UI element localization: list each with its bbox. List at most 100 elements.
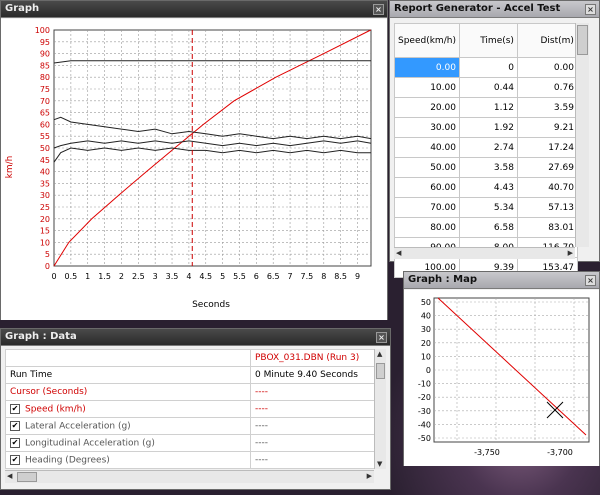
y-tick-label: 20 bbox=[40, 215, 50, 224]
y-tick-label: 30 bbox=[40, 191, 50, 200]
map-titlebar[interactable]: Graph : Map × bbox=[404, 272, 599, 289]
map-close-icon[interactable]: × bbox=[585, 275, 596, 286]
report-row[interactable]: 60.00 4.43 40.70 bbox=[394, 177, 578, 198]
report-cell[interactable]: 6.58 bbox=[458, 217, 518, 238]
data-close-icon[interactable]: × bbox=[376, 332, 387, 343]
scroll-left-icon[interactable]: ◀ bbox=[396, 249, 401, 257]
report-cell[interactable]: 2.74 bbox=[458, 137, 518, 158]
channel-checkbox[interactable]: ✔ bbox=[10, 420, 20, 431]
data-scroll-left-icon[interactable]: ◀ bbox=[7, 472, 12, 480]
x-tick-label: 3 bbox=[153, 272, 158, 281]
graph-titlebar[interactable]: Graph × bbox=[1, 1, 387, 18]
report-cell[interactable]: 83.01 bbox=[516, 217, 578, 238]
data-row-label: Cursor (Seconds) bbox=[5, 383, 251, 401]
map-grid: 50 40 30 20 10 0 -10 -20 -30 -40 -50 -3,750 -3,700 bbox=[418, 297, 590, 457]
report-titlebar[interactable]: Report Generator - Accel Test × bbox=[390, 1, 599, 18]
channel-checkbox[interactable]: ✔ bbox=[10, 437, 20, 448]
report-cell[interactable]: 0.00 bbox=[394, 57, 460, 78]
report-row[interactable]: 70.00 5.34 57.13 bbox=[394, 197, 578, 218]
column-header-time[interactable]: Time(s) bbox=[458, 23, 518, 58]
report-cell[interactable]: 0 bbox=[458, 57, 518, 78]
data-window: Graph : Data × PBOX_031.DBN (Run 3) Run … bbox=[0, 328, 391, 490]
report-row[interactable]: 50.00 3.58 27.69 bbox=[394, 157, 578, 178]
report-row[interactable]: 80.00 6.58 83.01 bbox=[394, 217, 578, 238]
report-row[interactable]: 40.00 2.74 17.24 bbox=[394, 137, 578, 158]
y-tick-label: 60 bbox=[40, 120, 50, 129]
report-cell[interactable]: 57.13 bbox=[516, 197, 578, 218]
data-row[interactable]: ✔ Longitudinal Acceleration (g) ---- bbox=[5, 434, 375, 452]
data-row-value: ---- bbox=[250, 451, 375, 469]
report-cell[interactable]: 17.24 bbox=[516, 137, 578, 158]
data-row-label: ✔ Heading (Degrees) bbox=[5, 451, 251, 469]
report-cell[interactable]: 50.00 bbox=[394, 157, 460, 178]
map-y-tick-label: -40 bbox=[418, 420, 431, 429]
data-row[interactable]: Cursor (Seconds) ---- bbox=[5, 383, 375, 401]
scroll-right-icon[interactable]: ▶ bbox=[568, 249, 573, 257]
map-y-tick-label: 50 bbox=[421, 298, 431, 307]
report-cell[interactable]: 40.00 bbox=[394, 137, 460, 158]
report-horizontal-scrollbar[interactable]: ◀ ▶ bbox=[394, 247, 575, 259]
data-row-value: ---- bbox=[250, 400, 375, 418]
report-cell[interactable]: 0.76 bbox=[516, 77, 578, 98]
channel-checkbox[interactable]: ✔ bbox=[10, 454, 20, 465]
report-cell[interactable]: 60.00 bbox=[394, 177, 460, 198]
data-horizontal-scrollbar[interactable]: ◀ ▶ bbox=[5, 470, 374, 483]
report-cell[interactable]: 20.00 bbox=[394, 97, 460, 118]
x-tick-label: 6 bbox=[254, 272, 259, 281]
report-cell[interactable]: 0.44 bbox=[458, 77, 518, 98]
report-vertical-scrollbar[interactable] bbox=[575, 23, 589, 247]
report-cell[interactable]: 4.43 bbox=[458, 177, 518, 198]
y-tick-label: 65 bbox=[40, 109, 50, 118]
x-tick-label: 5.5 bbox=[233, 272, 246, 281]
report-row[interactable]: 0.00 0 0.00 bbox=[394, 57, 578, 78]
report-cell[interactable]: 27.69 bbox=[516, 157, 578, 178]
speed-chart[interactable]: 0510152025303540455055606570758085909510… bbox=[1, 19, 387, 320]
report-cell[interactable]: 0.00 bbox=[516, 57, 578, 78]
x-tick-label: 5 bbox=[220, 272, 225, 281]
report-cell[interactable]: 1.92 bbox=[458, 117, 518, 138]
data-hscroll-thumb[interactable] bbox=[17, 472, 37, 482]
map-plot[interactable]: 50 40 30 20 10 0 -10 -20 -30 -40 -50 -3,750 -3,700 bbox=[404, 290, 599, 466]
x-tick-label: 0.5 bbox=[64, 272, 77, 281]
data-row[interactable]: ✔ Lateral Acceleration (g) ---- bbox=[5, 417, 375, 435]
scroll-down-icon[interactable]: ▼ bbox=[377, 460, 382, 468]
map-y-tick-label: -30 bbox=[418, 407, 431, 416]
report-cell[interactable]: 3.58 bbox=[458, 157, 518, 178]
report-cell[interactable]: 9.21 bbox=[516, 117, 578, 138]
data-row[interactable]: Run Time 0 Minute 9.40 Seconds bbox=[5, 366, 375, 384]
map-y-tick-label: 0 bbox=[426, 366, 431, 375]
report-cell[interactable]: 5.34 bbox=[458, 197, 518, 218]
channel-checkbox[interactable]: ✔ bbox=[10, 403, 20, 414]
data-titlebar[interactable]: Graph : Data × bbox=[1, 329, 390, 346]
data-row[interactable]: ✔ Speed (km/h) ---- bbox=[5, 400, 375, 418]
report-close-icon[interactable]: × bbox=[585, 4, 596, 15]
report-row[interactable]: 30.00 1.92 9.21 bbox=[394, 117, 578, 138]
data-row[interactable]: ✔ Heading (Degrees) ---- bbox=[5, 451, 375, 469]
report-row[interactable]: 20.00 1.12 3.59 bbox=[394, 97, 578, 118]
report-cell[interactable]: 30.00 bbox=[394, 117, 460, 138]
data-vertical-scrollbar[interactable]: ▲ ▼ bbox=[374, 349, 386, 469]
report-cell[interactable]: 80.00 bbox=[394, 217, 460, 238]
graph-window: Graph × 0 5 10 15 20 25 30 35 40 45 50 55 60 65 70 75 80… bbox=[0, 0, 388, 320]
x-tick-label: 7.5 bbox=[301, 272, 314, 281]
y-tick-label: 35 bbox=[40, 179, 50, 188]
data-scrollbar-thumb[interactable] bbox=[376, 363, 385, 379]
report-header-row: Speed(km/h) Time(s) Dist(m) bbox=[394, 23, 578, 58]
x-axis-label: Seconds bbox=[192, 300, 230, 310]
report-cell[interactable]: 70.00 bbox=[394, 197, 460, 218]
map-y-tick-label: 20 bbox=[421, 339, 431, 348]
scrollbar-thumb[interactable] bbox=[577, 25, 588, 55]
x-ticks: 0 0.5 1 1.5 2 2.5 3 3.5 4 4.5 5 5.5 6 6.5 7 7.5 8 8.5 9 bbox=[51, 272, 360, 281]
graph-close-icon[interactable]: × bbox=[373, 4, 384, 15]
report-cell[interactable]: 1.12 bbox=[458, 97, 518, 118]
column-header-dist[interactable]: Dist(m) bbox=[516, 23, 578, 58]
report-cell[interactable]: 40.70 bbox=[516, 177, 578, 198]
x-tick-label: 8.5 bbox=[334, 272, 347, 281]
data-scroll-right-icon[interactable]: ▶ bbox=[367, 472, 372, 480]
report-cell[interactable]: 10.00 bbox=[394, 77, 460, 98]
report-cell[interactable]: 3.59 bbox=[516, 97, 578, 118]
report-row[interactable]: 10.00 0.44 0.76 bbox=[394, 77, 578, 98]
scroll-up-icon[interactable]: ▲ bbox=[377, 350, 382, 358]
column-header-speed[interactable]: Speed(km/h) bbox=[394, 23, 460, 58]
data-row-label: Run Time bbox=[5, 366, 251, 384]
